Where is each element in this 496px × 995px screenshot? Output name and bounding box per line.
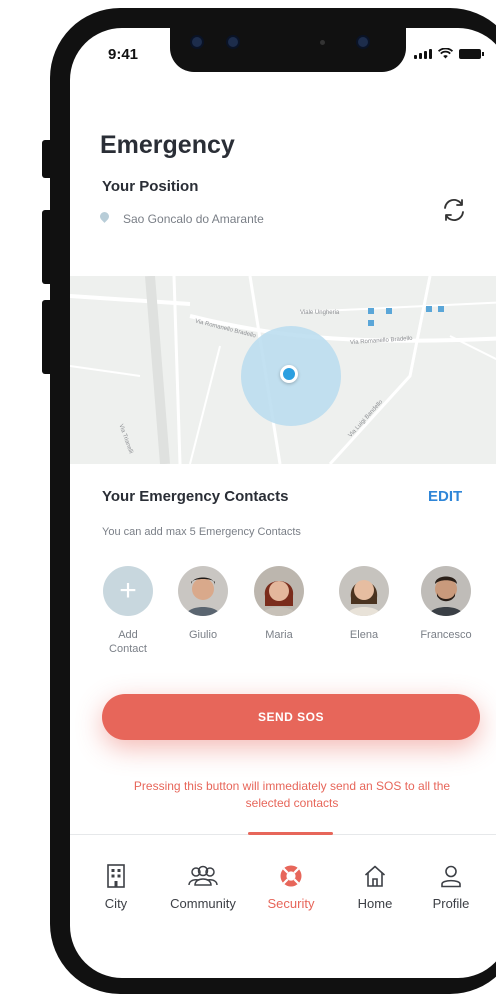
- avatar: [178, 566, 228, 616]
- user-icon: [441, 865, 461, 888]
- person-photo-icon: [429, 576, 463, 616]
- tab-home[interactable]: Home: [350, 864, 400, 911]
- tab-label: Profile: [432, 896, 470, 911]
- avatar: [254, 566, 304, 616]
- tab-label: Security: [267, 896, 315, 911]
- people-icon: [188, 865, 218, 886]
- your-position-label: Your Position: [102, 178, 199, 195]
- person-photo-icon: [262, 581, 296, 616]
- tab-security[interactable]: Security: [258, 864, 324, 911]
- person-photo-icon: [186, 577, 220, 616]
- add-icon: +: [103, 566, 153, 616]
- edit-contacts-button[interactable]: EDIT: [428, 488, 462, 505]
- sensor-icon: [228, 37, 238, 47]
- person-photo-icon: [347, 580, 381, 616]
- avatar: [339, 566, 389, 616]
- home-icon: [364, 865, 386, 887]
- avatar: [421, 566, 471, 616]
- location-pin-icon: [98, 210, 111, 223]
- front-camera-icon: [358, 37, 368, 47]
- contact-giulio[interactable]: Giulio: [168, 566, 238, 642]
- tab-label: City: [104, 896, 128, 911]
- page-title: Emergency: [100, 131, 235, 159]
- contacts-hint: You can add max 5 Emergency Contacts: [102, 526, 301, 538]
- refresh-icon[interactable]: [440, 196, 468, 224]
- tab-label: Home: [357, 896, 393, 911]
- camera-lens-icon: [192, 37, 202, 47]
- add-contact-label: Add Contact: [109, 629, 147, 655]
- current-location: Sao Goncalo do Amarante: [123, 212, 264, 226]
- position-map[interactable]: Via Romanello Bradello Viale Ungheria Vi…: [70, 276, 496, 464]
- wifi-icon: [438, 48, 453, 59]
- lifebuoy-icon: [280, 865, 302, 887]
- speaker-icon: [320, 40, 325, 45]
- contact-name: Maria: [265, 629, 293, 641]
- contact-name: Francesco: [420, 629, 472, 641]
- status-icons: [414, 48, 484, 59]
- tab-city[interactable]: City: [98, 864, 134, 911]
- notch: [170, 28, 406, 72]
- signal-icon: [414, 49, 432, 59]
- contact-name: Elena: [349, 629, 379, 641]
- emergency-contacts-title: Your Emergency Contacts: [102, 488, 289, 505]
- add-contact-button[interactable]: + Add Contact: [93, 566, 163, 656]
- phone-screen: 9:41 Emergency Your Position Sao Goncalo…: [70, 28, 496, 978]
- contact-name: Giulio: [188, 629, 218, 641]
- sos-warning-text: Pressing this button will immediately se…: [133, 779, 451, 810]
- tab-community[interactable]: Community: [158, 864, 248, 911]
- current-location-marker: [280, 365, 298, 383]
- battery-icon: [459, 49, 484, 59]
- map-street-label: Viale Ungheria: [300, 310, 340, 316]
- building-icon: [107, 864, 125, 888]
- send-sos-button[interactable]: SEND SOS: [102, 694, 480, 740]
- tab-profile[interactable]: Profile: [424, 864, 478, 911]
- active-tab-indicator: [248, 832, 333, 835]
- tab-label: Community: [170, 896, 236, 911]
- contact-elena[interactable]: Elena: [329, 566, 399, 642]
- contact-francesco[interactable]: Francesco: [411, 566, 481, 642]
- status-time: 9:41: [108, 46, 139, 63]
- contact-maria[interactable]: Maria: [244, 566, 314, 642]
